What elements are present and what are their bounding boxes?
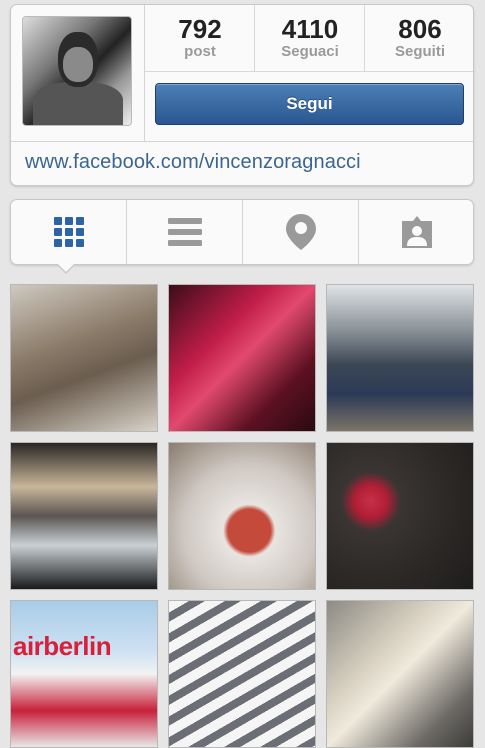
avatar-face-shape (63, 47, 93, 82)
followers-count-label: Seguaci (281, 43, 339, 60)
photo-thumbnail[interactable] (326, 284, 474, 432)
avatar[interactable] (22, 16, 132, 126)
photo-thumbnail[interactable] (10, 284, 158, 432)
photo-thumbnail[interactable] (168, 600, 316, 748)
avatar-body-shape (33, 82, 123, 125)
tab-photo-map[interactable] (243, 200, 359, 264)
following-count[interactable]: 806 Seguiti (365, 5, 475, 71)
followers-count-value: 4110 (281, 14, 339, 44)
photo-thumbnail[interactable] (326, 442, 474, 590)
posts-count-label: post (184, 43, 216, 60)
followers-count[interactable]: 4110 Seguaci (255, 5, 365, 71)
active-tab-pointer (57, 263, 75, 272)
tab-list-view[interactable] (127, 200, 243, 264)
photo-thumbnail[interactable] (10, 442, 158, 590)
tagged-person-icon (402, 216, 432, 248)
photo-thumbnail[interactable] (168, 284, 316, 432)
profile-header-card: 792 post 4110 Seguaci 806 Seguiti Segui … (10, 4, 474, 186)
grid-icon (54, 217, 84, 247)
view-tabs (10, 199, 474, 265)
posts-count[interactable]: 792 post (145, 5, 255, 71)
photo-thumbnail[interactable]: airberlin (10, 600, 158, 748)
posts-count-value: 792 (178, 14, 222, 44)
tab-grid-view[interactable] (11, 200, 127, 264)
stats-divider (145, 71, 473, 72)
photo-thumbnail[interactable] (326, 600, 474, 748)
list-icon (168, 218, 202, 246)
website-link[interactable]: www.facebook.com/vincenzoragnacci (25, 151, 361, 174)
follow-button[interactable]: Segui (155, 83, 464, 125)
tab-tagged-photos[interactable] (359, 200, 475, 264)
following-count-label: Seguiti (394, 43, 445, 60)
following-count-value: 806 (398, 14, 442, 44)
photo-thumbnail[interactable] (168, 442, 316, 590)
website-divider (11, 141, 473, 142)
photo-airberlin-text: airberlin (13, 631, 112, 661)
map-pin-icon (286, 214, 316, 250)
